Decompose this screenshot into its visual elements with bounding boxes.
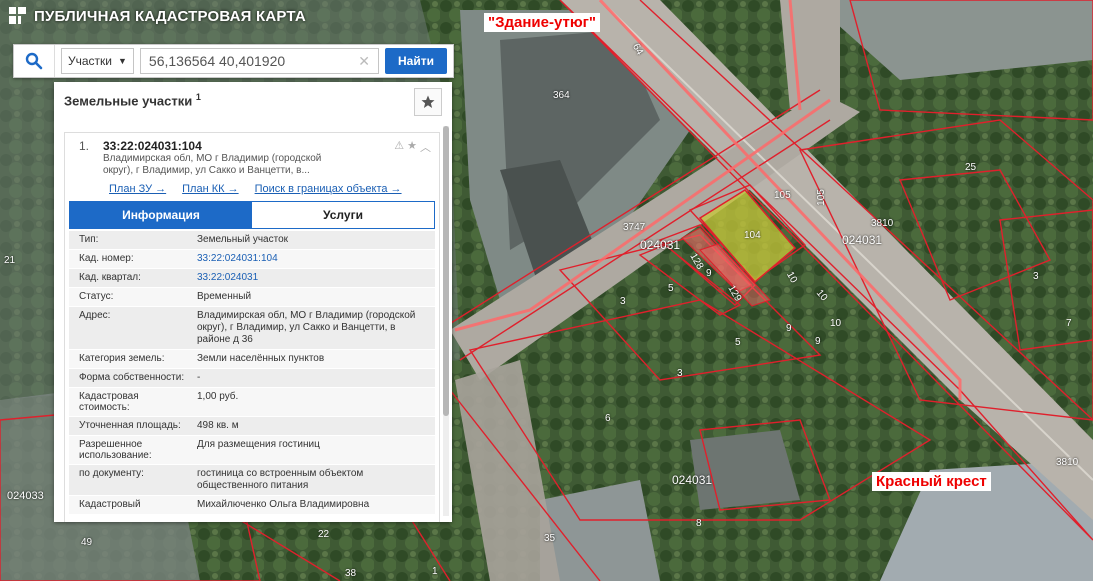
table-row: Кадастровая стоимость: 1,00 руб.: [69, 388, 435, 417]
parcel-label: 5: [735, 337, 741, 348]
table-row: Кад. номер: 33:22:024031:104: [69, 250, 435, 269]
parcel-label: 10: [830, 318, 842, 329]
result-address: Владимирская обл, МО г Владимир (городск…: [103, 153, 322, 176]
chevron-up-icon[interactable]: ︿: [420, 139, 431, 155]
parcel-label: 35: [544, 533, 556, 544]
parcel-label: 6: [605, 413, 611, 424]
table-row: Статус: Временный: [69, 288, 435, 307]
app-title: ПУБЛИЧНАЯ КАДАСТРОВАЯ КАРТА: [34, 7, 306, 25]
favorite-button[interactable]: [414, 88, 442, 116]
plan-kk-link[interactable]: План КК →: [182, 183, 238, 195]
table-row: по документу: гостиница со встроенным объ…: [69, 465, 435, 496]
parcel-label: 8: [696, 518, 702, 529]
scrollbar-thumb[interactable]: [443, 126, 449, 416]
panel-title: Земельные участки 1: [64, 92, 201, 109]
results-panel: Земельные участки 1 1. 33:22:024031:104 …: [54, 82, 452, 522]
plan-zu-link[interactable]: План ЗУ →: [109, 183, 166, 195]
parcel-label: 9: [786, 323, 792, 334]
parcel-label: 024033: [7, 490, 44, 502]
search-query-text: 56,136564 40,401920: [148, 53, 286, 69]
table-row: Кад. квартал: 33:22:024031: [69, 269, 435, 288]
tab-services[interactable]: Услуги: [252, 202, 434, 228]
flatiron-building-label: "Здание-утюг": [484, 13, 601, 32]
result-cad-number[interactable]: 33:22:024031:104: [103, 139, 202, 153]
object-type-select[interactable]: Участки ▼: [61, 48, 134, 74]
parcel-label: 3: [677, 368, 683, 379]
parcel-label: 024031: [640, 238, 681, 252]
clear-icon[interactable]: ✕: [358, 53, 370, 70]
star-icon: [421, 95, 435, 108]
table-row: Кадастровый Михайлюченко Ольга Владимиров…: [69, 496, 435, 515]
chevron-down-icon: ▼: [118, 56, 127, 66]
search-bar: Участки ▼ 56,136564 40,401920 ✕ Найти: [13, 44, 454, 78]
search-input[interactable]: 56,136564 40,401920 ✕: [139, 48, 380, 74]
parcel-label: 024031: [672, 473, 713, 487]
search-in-bounds-link[interactable]: Поиск в границах объекта →: [255, 183, 402, 195]
table-row: Категория земель: Земли населённых пункто…: [69, 350, 435, 369]
result-tabs: Информация Услуги: [69, 201, 435, 229]
parcel-label: 364: [553, 90, 570, 101]
parcel-label: 1: [432, 566, 438, 577]
parcel-label: 21: [4, 255, 16, 266]
parcel-label: 105: [774, 190, 791, 201]
app-header: ПУБЛИЧНАЯ КАДАСТРОВАЯ КАРТА: [8, 6, 306, 26]
result-card: 1. 33:22:024031:104 ⚠ ★ ︿ Владимирская о…: [64, 132, 440, 522]
parcel-label: 5: [668, 283, 674, 294]
table-row: Форма собственности: -: [69, 369, 435, 388]
parcel-label: 3: [1033, 271, 1039, 282]
object-type-label: Участки: [68, 54, 112, 68]
parcel-label: 3: [620, 296, 626, 307]
find-button[interactable]: Найти: [385, 48, 447, 74]
parcel-label: 3747: [623, 222, 646, 233]
parcel-label: 3810: [871, 218, 894, 229]
info-table: Тип: Земельный участок Кад. номер: 33:22:0…: [69, 231, 435, 515]
results-count: 1: [195, 92, 201, 102]
table-row: Адрес: Владимирская обл, МО г Владимир (г…: [69, 307, 435, 350]
logo-icon: [9, 7, 26, 24]
panel-scrollbar[interactable]: [443, 126, 449, 516]
parcel-label: 9: [815, 336, 821, 347]
parcel-label: 3810: [1056, 457, 1079, 468]
parcel-label: 38: [345, 568, 357, 579]
warning-icon[interactable]: ⚠: [394, 139, 404, 155]
table-row: Уточненная площадь: 498 кв. м: [69, 417, 435, 436]
result-links: План ЗУ → План КК → Поиск в границах объ…: [109, 183, 402, 195]
parcel-label: 49: [81, 537, 93, 548]
table-row: Разрешенное использование: Для размещения…: [69, 436, 435, 465]
parcel-label: 104: [744, 230, 761, 241]
red-cross-label: Красный крест: [872, 472, 991, 491]
parcel-label: 9: [706, 268, 712, 279]
tab-info[interactable]: Информация: [70, 202, 252, 228]
parcel-label: 7: [1066, 318, 1072, 329]
cad-number-link[interactable]: 33:22:024031:104: [189, 250, 435, 268]
parcel-label: 25: [965, 162, 977, 173]
parcel-label: 22: [318, 529, 330, 540]
search-button[interactable]: [14, 45, 55, 77]
parcel-label: 105: [815, 189, 827, 206]
result-actions: ⚠ ★ ︿: [394, 139, 431, 155]
star-outline-icon[interactable]: ★: [407, 139, 417, 155]
table-row: Тип: Земельный участок: [69, 231, 435, 250]
cad-quarter-link[interactable]: 33:22:024031: [189, 269, 435, 287]
result-number: 1.: [79, 139, 90, 153]
search-icon: [25, 52, 43, 70]
parcel-label: 024031: [842, 233, 883, 247]
